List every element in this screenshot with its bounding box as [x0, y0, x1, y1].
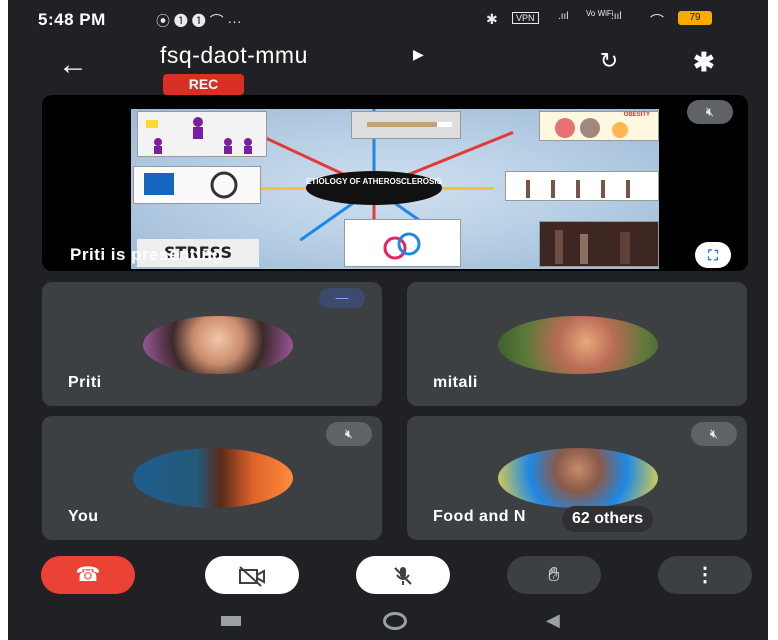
avatar: [143, 316, 293, 374]
notification-icons: ⦿ ❶ ❶ ⌒ ···: [156, 13, 242, 29]
end-call-button[interactable]: ☎: [41, 556, 135, 594]
bluetooth-status-icon: ✱: [486, 11, 498, 27]
raise-hand-icon: ✋︎: [548, 564, 560, 586]
avatar: [498, 448, 658, 508]
camera-off-icon: [239, 565, 265, 587]
participant-tile[interactable]: 🔇︎ Food and N 62 others: [407, 416, 747, 540]
vowifi-icon: Vo WiFi: [586, 9, 614, 18]
slide-center-title: ETIOLOGY OF ATHEROSCLEROSIS: [306, 171, 442, 205]
presentation-tile[interactable]: OBESITY ETIOLOGY OF ATHEROSCLEROSIS STRE…: [42, 95, 748, 271]
raise-hand-button[interactable]: ✋︎: [507, 556, 601, 594]
slide-image-people-walking: [505, 171, 659, 201]
recents-icon[interactable]: [221, 616, 241, 626]
slide-image-alcohol: [539, 221, 659, 267]
obesity-text: OBESITY: [623, 112, 650, 118]
mic-toggle-button[interactable]: [356, 556, 450, 594]
participant-tile[interactable]: — Priti: [42, 282, 382, 406]
home-icon[interactable]: [383, 612, 407, 630]
battery-icon: 79: [678, 11, 712, 25]
fullscreen-icon[interactable]: ⛶: [695, 242, 731, 268]
signal2-icon: .ııl: [611, 11, 622, 22]
presenting-label: Priti is presenting: [70, 245, 224, 264]
avatar: [133, 448, 293, 508]
signal-icon: .ııl: [558, 11, 569, 22]
meeting-title[interactable]: fsq-daot-mmu: [160, 42, 308, 69]
wifi-icon: ⌒: [650, 13, 664, 29]
participant-tile[interactable]: mitali: [407, 282, 747, 406]
avatar: [498, 316, 658, 374]
phone-hangup-icon: ☎: [75, 564, 101, 586]
people-figures-icon: [146, 117, 252, 154]
participant-tile[interactable]: 🔇︎ You: [42, 416, 382, 540]
vpn-icon: VPN: [512, 12, 539, 24]
slide-image-bp-monitor: [133, 166, 261, 204]
more-vert-icon: ⋮: [695, 564, 715, 586]
others-count-pill[interactable]: 62 others: [562, 506, 654, 532]
more-options-button[interactable]: ⋮: [658, 556, 752, 594]
participant-name: Food and N: [433, 508, 526, 525]
slide-image-gender-symbol: [344, 219, 461, 267]
participant-name: Priti: [68, 374, 102, 391]
recording-badge: REC: [163, 74, 244, 95]
slide-image-figures: [137, 111, 267, 157]
mic-off-icon: 🔇︎: [691, 422, 737, 446]
participant-name: You: [68, 508, 99, 525]
mic-off-icon: 🔇︎: [687, 100, 733, 124]
switch-camera-icon[interactable]: ↻: [591, 48, 627, 78]
meet-screen: 5:48 PM ⦿ ❶ ❶ ⌒ ··· ✱ VPN .ııl Vo WiFi .…: [8, 0, 768, 640]
back-arrow-icon[interactable]: ←: [58, 48, 88, 82]
status-time: 5:48 PM: [38, 10, 106, 29]
caret-right-icon[interactable]: ▶: [413, 46, 424, 63]
bluetooth-audio-icon[interactable]: ✱: [693, 47, 715, 78]
mic-off-icon: 🔇︎: [326, 422, 372, 446]
system-nav-bar: ◀: [8, 602, 768, 640]
participant-name: mitali: [433, 374, 478, 391]
slide-image-obesity: OBESITY: [539, 111, 659, 141]
slide-image-cigarettes: [351, 111, 461, 139]
camera-toggle-button[interactable]: [205, 556, 299, 594]
mic-off-icon: [394, 566, 412, 585]
speaking-indicator-icon: —: [319, 288, 365, 308]
nav-back-icon[interactable]: ◀: [546, 610, 560, 631]
